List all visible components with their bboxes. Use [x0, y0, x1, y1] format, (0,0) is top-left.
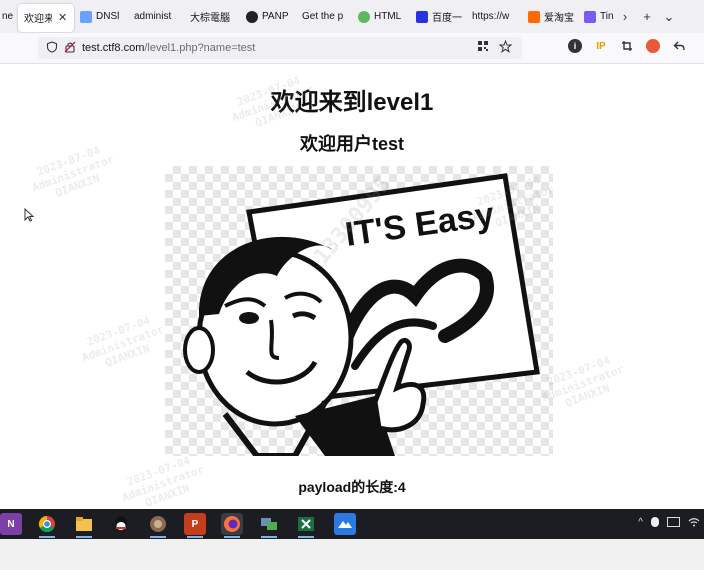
taskbar: N P ^ — [0, 509, 704, 539]
ip-extension-icon[interactable]: IP — [594, 39, 608, 53]
tab-label: administ — [134, 11, 172, 22]
tab-partial[interactable]: ne — [0, 0, 18, 33]
explorer-icon[interactable] — [73, 513, 95, 538]
tab-label: 爱淘宝 — [544, 13, 574, 24]
system-tray: ^ — [638, 517, 700, 530]
running-indicator — [261, 536, 277, 538]
tab-label: HTML — [374, 11, 402, 22]
info-extension-icon[interactable]: i — [568, 39, 582, 53]
tab-active[interactable]: 欢迎来到 ✕ — [18, 3, 74, 32]
tab-dazong[interactable]: 大棕電腦 — [184, 0, 240, 33]
shield-icon[interactable] — [46, 40, 58, 56]
lark-icon[interactable] — [334, 513, 356, 535]
tab-panp[interactable]: PANP — [240, 0, 296, 33]
photos-icon[interactable] — [147, 513, 169, 538]
firefox-icon[interactable] — [221, 513, 243, 538]
page-content: 欢迎来到level1 欢迎用户test IT'S Easy payload的长度… — [0, 64, 704, 510]
url-path: /level1.php?name=test — [144, 42, 256, 54]
page-title: 欢迎来到level1 — [270, 89, 434, 116]
tab-admin[interactable]: administ — [128, 0, 184, 33]
watermark-line: QIANXIN — [53, 171, 102, 200]
running-indicator — [39, 536, 55, 538]
running-indicator — [224, 536, 240, 538]
toolbar-extensions: i IP — [568, 39, 686, 53]
payload-length-text: payload的长度:4 — [298, 479, 406, 495]
tab-label: ne — [2, 11, 14, 22]
tab-label: Tin — [600, 11, 614, 22]
baidu-icon — [416, 10, 428, 23]
onenote-icon[interactable]: N — [0, 513, 22, 535]
nav-bar: test.ctf8.com/level1.php?name=test i IP — [0, 33, 704, 64]
mouse-cursor-icon — [24, 207, 35, 227]
qr-code-icon[interactable] — [477, 40, 489, 56]
display-icon[interactable] — [667, 517, 680, 527]
running-indicator — [187, 536, 203, 538]
network-icon[interactable] — [258, 513, 280, 538]
panda-icon — [246, 10, 258, 23]
running-indicator — [150, 536, 166, 538]
back-arrow-icon[interactable] — [672, 39, 686, 53]
chevron-up-icon[interactable]: ^ — [638, 517, 643, 530]
tab-label: Get the p — [302, 11, 344, 22]
close-icon[interactable]: ✕ — [58, 11, 67, 24]
tab-label: 百度一 — [432, 13, 462, 24]
running-indicator — [76, 536, 92, 538]
runoob-icon — [358, 10, 370, 23]
excel-icon[interactable] — [295, 513, 317, 538]
qq-icon[interactable] — [110, 513, 132, 535]
tab-tin[interactable]: Tin — [578, 0, 614, 33]
its-easy-illustration: IT'S Easy — [183, 173, 540, 459]
tab-html[interactable]: HTML — [352, 0, 410, 33]
hackbar-extension-icon[interactable] — [646, 39, 660, 53]
tab-label: 大棕電腦 — [190, 13, 230, 24]
taobao-icon — [528, 10, 540, 23]
chrome-icon[interactable] — [36, 513, 58, 538]
chevron-down-icon[interactable]: ⌄ — [658, 9, 680, 25]
doc-icon — [80, 10, 92, 23]
wifi-icon[interactable] — [688, 517, 700, 530]
watermark-line: 2023-07-04 — [85, 313, 152, 349]
tab-get[interactable]: Get the p — [296, 0, 352, 33]
url-bar[interactable]: test.ctf8.com/level1.php?name=test — [38, 37, 522, 59]
tab-taobao[interactable]: 爱淘宝 — [522, 0, 578, 33]
tab-baidu[interactable]: 百度一 — [410, 0, 466, 33]
watermark-line: Administrator — [80, 322, 166, 365]
tab-bar: ne 欢迎来到 ✕ DNSl administ 大棕電腦 PANP Get the… — [0, 0, 704, 33]
tab-label: DNSl — [96, 11, 120, 22]
watermark-line: Administrator — [540, 362, 626, 405]
qq-tray-icon[interactable] — [651, 517, 659, 527]
desktop-area — [0, 539, 704, 570]
tab-dns[interactable]: DNSl — [74, 0, 128, 33]
tab-label: https://w — [472, 11, 510, 22]
bookmark-star-icon[interactable] — [498, 39, 513, 56]
insecure-lock-icon[interactable] — [64, 41, 76, 56]
tab-label: PANP — [262, 11, 289, 22]
tab-https[interactable]: https://w — [466, 0, 522, 33]
watermark-line: QIANXIN — [103, 341, 152, 370]
watermark-line: QIANXIN — [563, 381, 612, 410]
watermark-line: Administrator — [30, 152, 116, 195]
running-indicator — [298, 536, 314, 538]
tin-icon — [584, 10, 596, 23]
crop-icon[interactable] — [620, 39, 634, 53]
url-host: test.ctf8.com — [82, 42, 145, 54]
its-easy-image: IT'S Easy — [165, 166, 553, 459]
tab-label: 欢迎来到 — [24, 14, 52, 25]
new-tab-button[interactable]: + — [636, 9, 658, 24]
page-subtitle: 欢迎用户test — [299, 134, 404, 154]
powerpoint-icon[interactable]: P — [184, 513, 206, 538]
watermark: 2023-07-04AdministratorQIANXIN — [76, 310, 170, 376]
chevron-right-icon[interactable]: › — [614, 9, 636, 24]
